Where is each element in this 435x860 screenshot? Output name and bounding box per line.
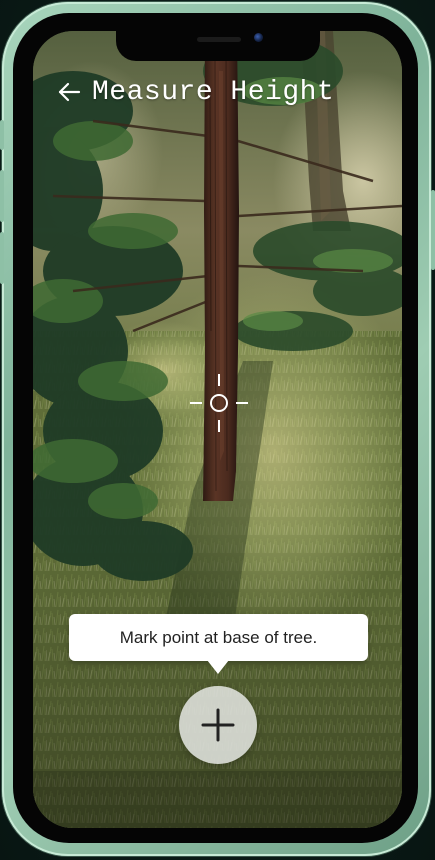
instruction-tooltip: Mark point at base of tree. bbox=[69, 614, 368, 661]
crosshair-icon bbox=[188, 372, 250, 434]
page-title: Measure Height bbox=[92, 76, 335, 108]
phone-power-button bbox=[431, 190, 435, 270]
plus-icon bbox=[201, 708, 235, 742]
notch bbox=[116, 31, 320, 61]
speaker-grille bbox=[197, 37, 241, 42]
phone-volume-up-button bbox=[0, 170, 4, 222]
stage: Measure Height Mark point at base of tre… bbox=[0, 0, 435, 860]
phone-side-button bbox=[0, 120, 4, 150]
phone-volume-down-button bbox=[0, 232, 4, 284]
instruction-tooltip-pointer bbox=[207, 660, 229, 674]
add-point-button[interactable] bbox=[179, 686, 257, 764]
header-bar: Measure Height bbox=[56, 72, 334, 112]
front-camera bbox=[254, 33, 263, 42]
instruction-text: Mark point at base of tree. bbox=[119, 627, 318, 647]
arrow-left-icon[interactable] bbox=[56, 79, 82, 105]
